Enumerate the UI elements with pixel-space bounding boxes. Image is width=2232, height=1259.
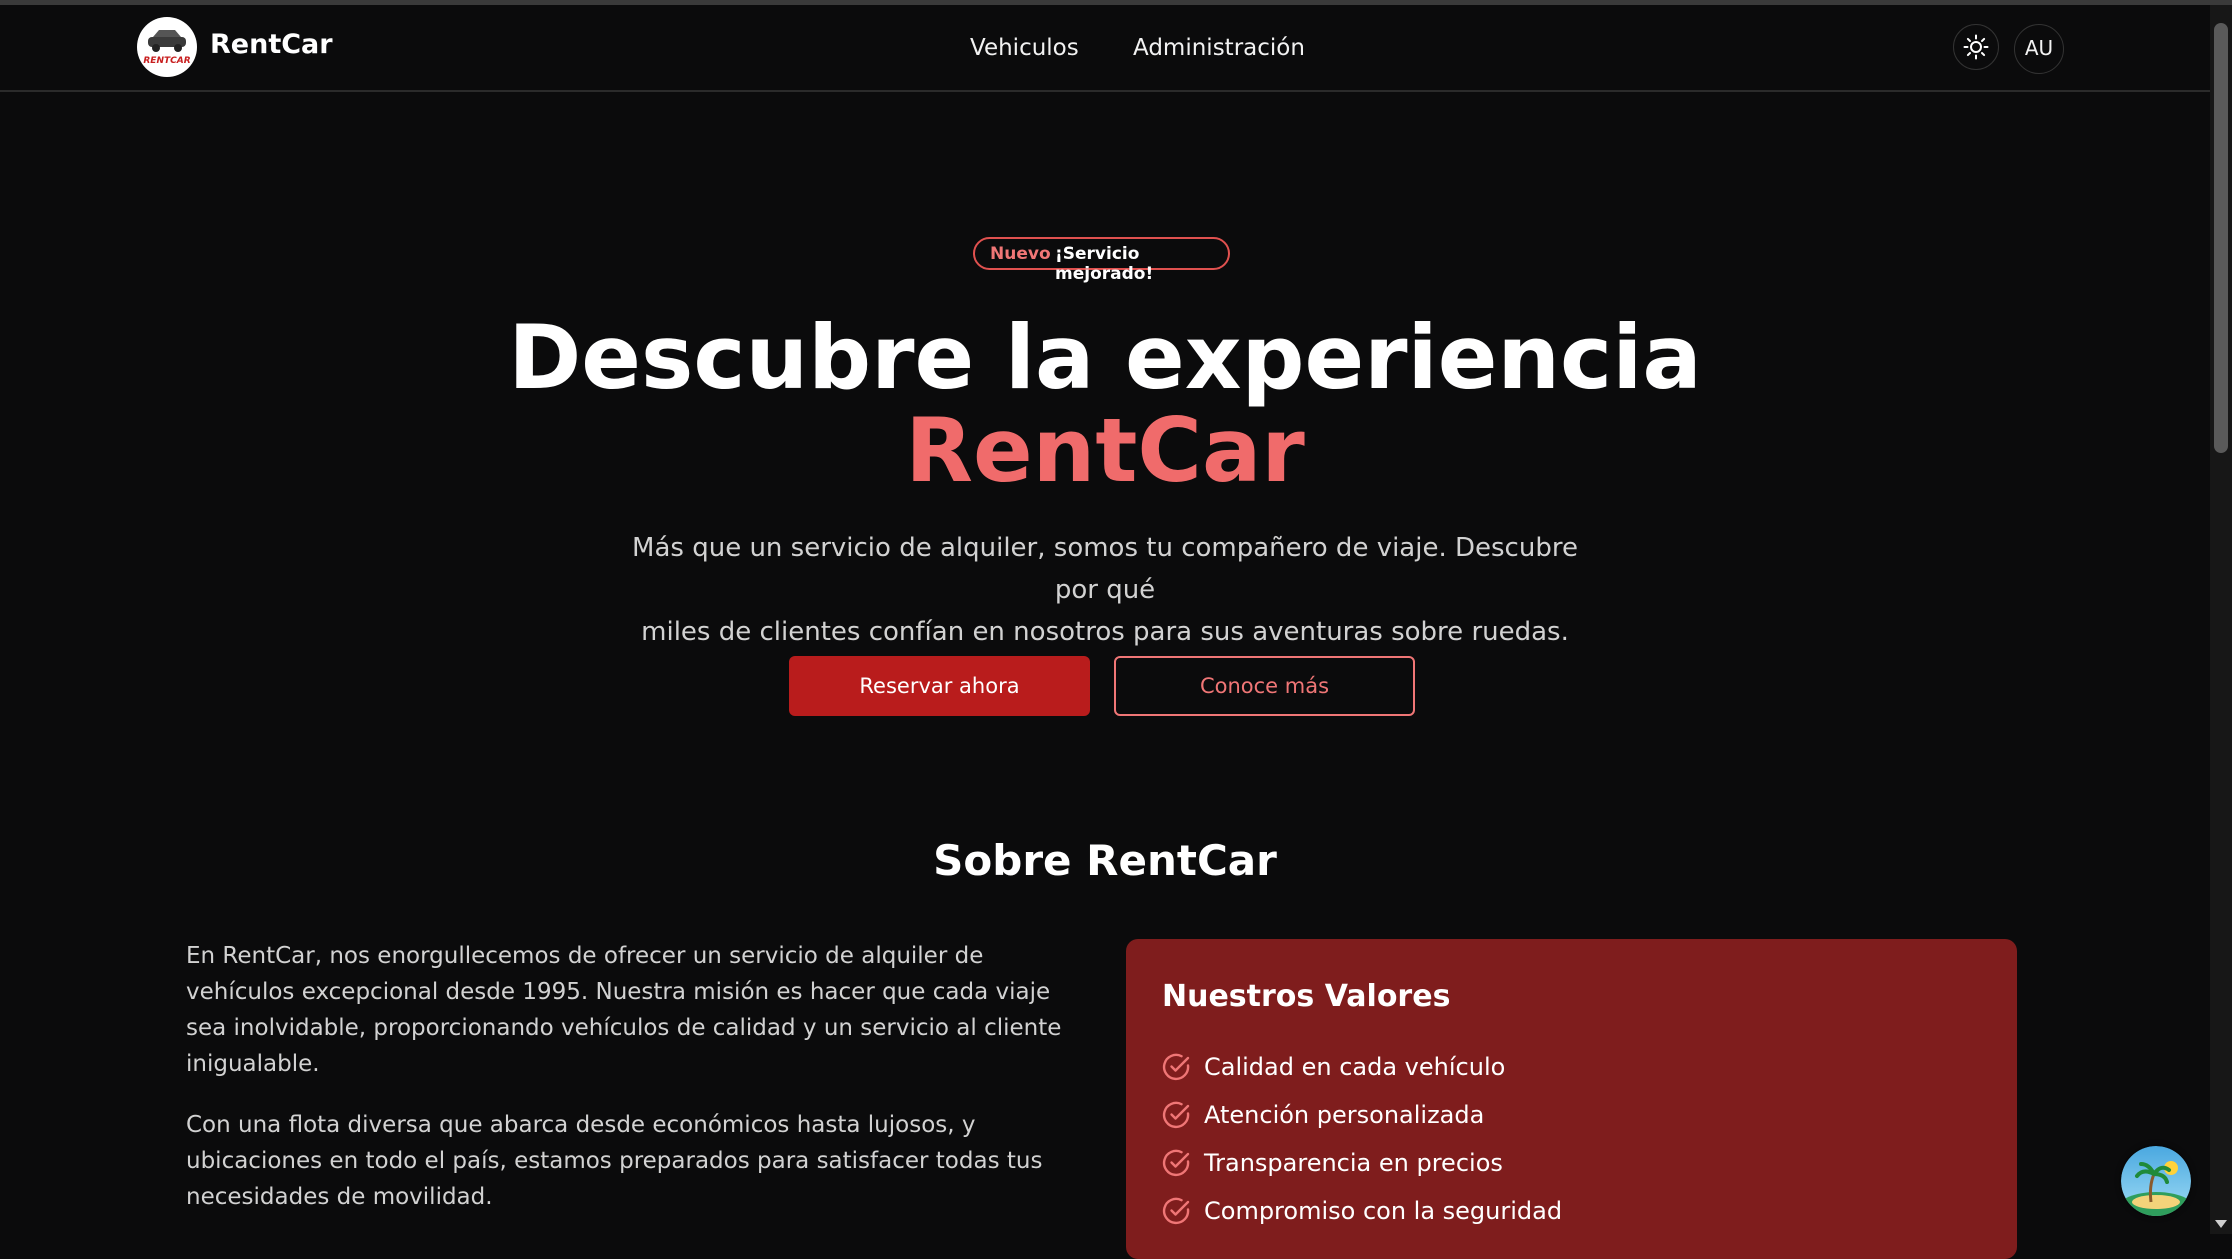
- hero-description-line: Más que un servicio de alquiler, somos t…: [632, 533, 1578, 605]
- brand-name[interactable]: RentCar: [210, 29, 333, 60]
- value-label: Transparencia en precios: [1204, 1149, 1503, 1177]
- values-list: Calidad en cada vehículo Atención person…: [1162, 1043, 1562, 1235]
- hero-title: Descubre la experiencia: [508, 306, 1702, 409]
- hero-description: Más que un servicio de alquiler, somos t…: [610, 527, 1600, 653]
- badge-text: ¡Servicio mejorado!: [1055, 244, 1154, 284]
- sun-icon: [1963, 34, 1989, 60]
- brand-logo[interactable]: RENTCAR: [137, 17, 197, 77]
- value-label: Calidad en cada vehículo: [1204, 1053, 1506, 1081]
- value-label: Compromiso con la seguridad: [1204, 1197, 1563, 1225]
- nav-link-vehiculos[interactable]: Vehiculos: [970, 35, 1079, 61]
- announcement-badge[interactable]: Nuevo ¡Servicio mejorado!: [973, 237, 1230, 284]
- top-navbar: RENTCAR RentCar Vehiculos Administración…: [0, 5, 2210, 92]
- car-logo-icon: RENTCAR: [143, 30, 191, 66]
- about-paragraph: En RentCar, nos enorgullecemos de ofrece…: [186, 943, 1062, 1077]
- svg-text:RENTCAR: RENTCAR: [143, 56, 190, 66]
- user-avatar-button[interactable]: AU: [2014, 24, 2064, 74]
- list-item: Compromiso con la seguridad: [1162, 1187, 1562, 1235]
- values-title: Nuestros Valores: [1162, 979, 1451, 1014]
- values-card: Nuestros Valores Calidad en cada vehícul…: [1126, 939, 2017, 1259]
- scrollbar-thumb[interactable]: [2214, 23, 2228, 453]
- nav-link-administracion[interactable]: Administración: [1133, 35, 1305, 61]
- scroll-down-arrow-icon[interactable]: [2215, 1220, 2227, 1228]
- check-circle-icon: [1162, 1197, 1190, 1225]
- list-item: Atención personalizada: [1162, 1091, 1562, 1139]
- floating-widget-button[interactable]: [2121, 1146, 2191, 1216]
- check-circle-icon: [1162, 1053, 1190, 1081]
- theme-toggle-button[interactable]: [1953, 24, 1999, 70]
- value-label: Atención personalizada: [1204, 1101, 1485, 1129]
- hero-description-line: miles de clientes confían en nosotros pa…: [641, 617, 1569, 647]
- learn-more-button[interactable]: Conoce más: [1114, 656, 1415, 716]
- hero-title-accent: RentCar: [905, 399, 1305, 502]
- about-paragraph: Con una flota diversa que abarca desde e…: [186, 1112, 1043, 1210]
- badge-tag: Nuevo: [990, 244, 1051, 264]
- about-text: En RentCar, nos enorgullecemos de ofrece…: [186, 938, 1086, 1240]
- list-item: Calidad en cada vehículo: [1162, 1043, 1562, 1091]
- island-icon: [2121, 1146, 2191, 1216]
- check-circle-icon: [1162, 1149, 1190, 1177]
- list-item: Transparencia en precios: [1162, 1139, 1562, 1187]
- about-section-title: Sobre RentCar: [933, 836, 1277, 885]
- check-circle-icon: [1162, 1101, 1190, 1129]
- reserve-now-button[interactable]: Reservar ahora: [789, 656, 1090, 716]
- page-scrollbar[interactable]: [2210, 5, 2232, 1234]
